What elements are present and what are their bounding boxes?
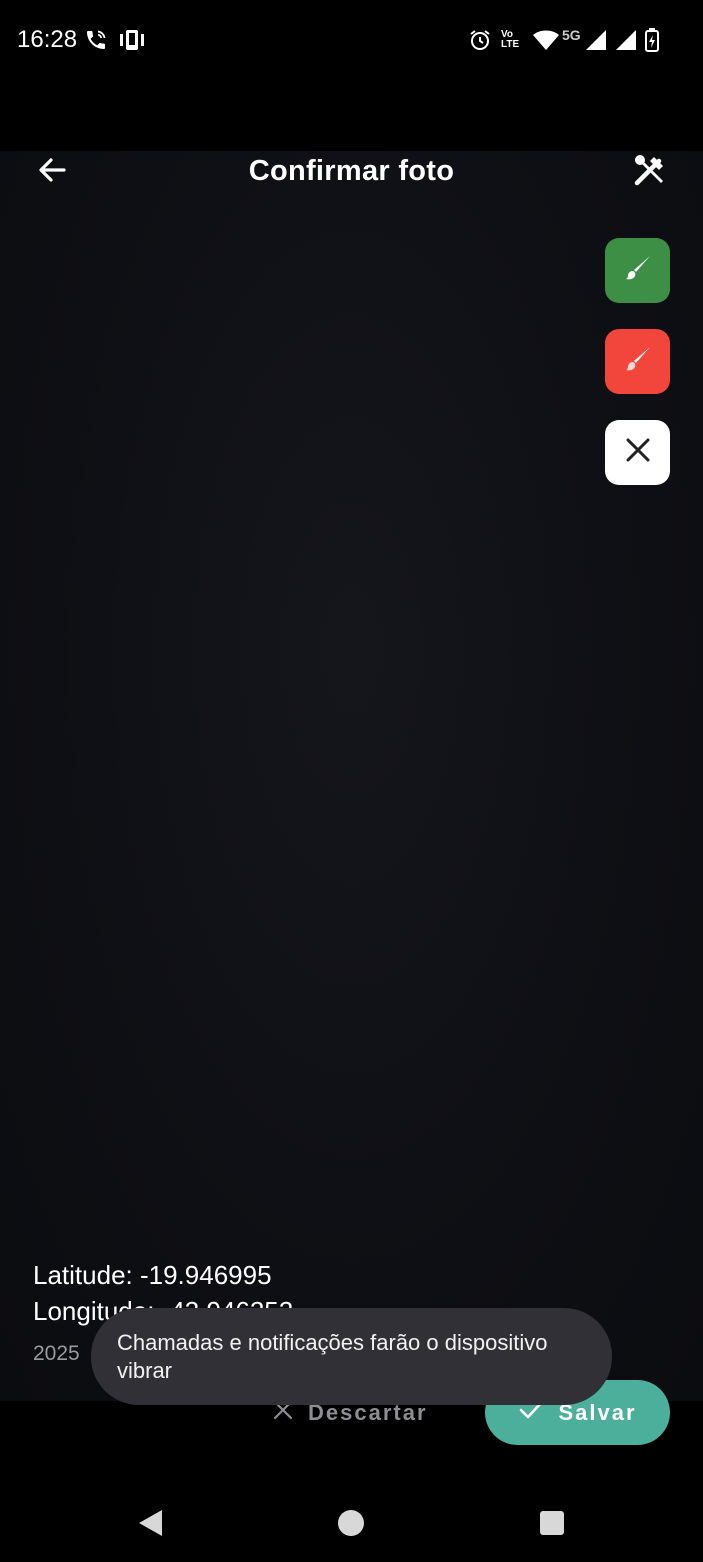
vibrate-icon [118,28,146,57]
navigation-bar [0,1462,703,1562]
latitude-text: Latitude: -19.946995 [33,1260,272,1290]
recents-square-icon[interactable] [539,1510,565,1536]
date-text: 2025 [33,1342,80,1365]
tools-icon [633,153,667,192]
wifi-icon [532,28,560,57]
status-time: 16:28 [17,26,78,53]
tools-button[interactable] [630,152,670,192]
toast-notification: Chamadas e notificações farão o disposit… [91,1308,612,1405]
wifi-call-icon [84,28,108,57]
back-triangle-icon[interactable] [136,1508,164,1538]
page-title: Confirmar foto [248,155,455,187]
status-bar: 16:28 Vo LTE 5G [0,0,703,82]
photo-preview[interactable] [0,151,703,1401]
home-circle-icon[interactable] [337,1509,365,1537]
volte-icon: Vo LTE [501,29,520,50]
alarm-icon [468,28,492,57]
red-brush-button[interactable] [605,329,670,394]
green-brush-button[interactable] [605,238,670,303]
brush-icon [623,344,653,379]
brush-icon [623,253,653,288]
close-icon [624,436,652,469]
network-type-label: 5G [562,27,581,43]
signal-icon [614,28,638,57]
close-tools-button[interactable] [605,420,670,485]
toast-message: Chamadas e notificações farão o disposit… [117,1330,548,1383]
signal-icon [584,28,608,57]
battery-charging-icon [644,28,660,57]
